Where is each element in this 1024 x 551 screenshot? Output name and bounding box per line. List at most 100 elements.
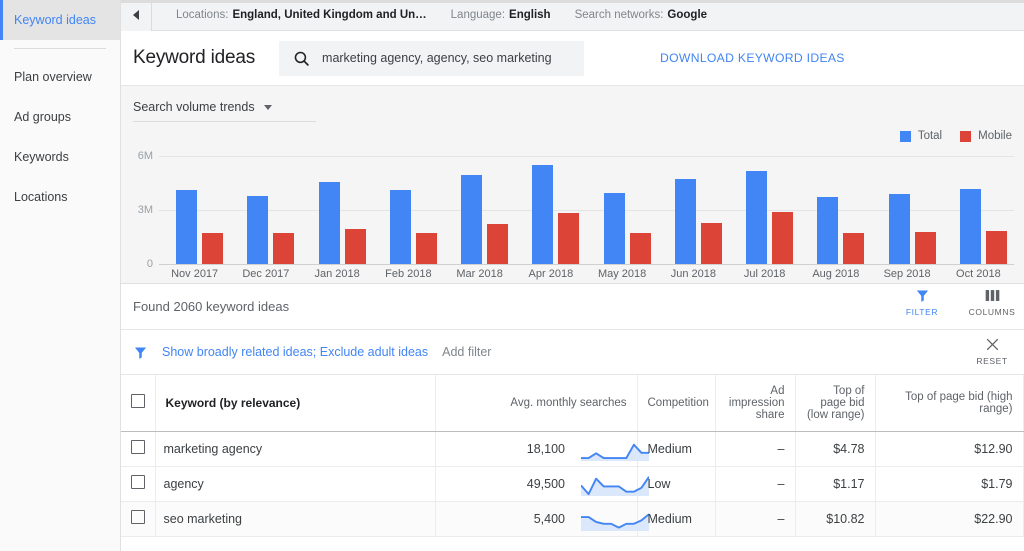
bar-mobile[interactable]: [985, 230, 1007, 264]
cell-competition: Medium: [637, 501, 716, 537]
select-all-cell[interactable]: [121, 375, 156, 432]
bar-total[interactable]: [532, 165, 554, 264]
cell-ad-impression-share: –: [715, 431, 796, 467]
table-row[interactable]: seo marketing 5,400 Medium – $10.82 $22.90: [121, 501, 1024, 537]
row-checkbox[interactable]: [131, 510, 145, 524]
sidebar-item-keywords[interactable]: Keywords: [0, 137, 120, 177]
row-select-cell[interactable]: [121, 501, 156, 537]
bar-total[interactable]: [746, 171, 767, 264]
bar-total[interactable]: [461, 174, 482, 264]
column-header-avg-monthly-searches[interactable]: Avg. monthly searches: [435, 375, 638, 432]
cell-competition: Low: [637, 466, 716, 502]
sidebar-item-locations[interactable]: Locations: [0, 177, 120, 217]
bar-mobile[interactable]: [415, 232, 437, 264]
table-row[interactable]: agency49,500Low–$1.17$1.79In Account: [121, 466, 1024, 502]
bar-mobile[interactable]: [273, 233, 295, 264]
column-header-top-bid-low[interactable]: Top of page bid (low range): [795, 375, 876, 432]
add-filter-button[interactable]: Add filter: [442, 345, 491, 359]
cell-avg-monthly-searches: 5,400: [435, 501, 565, 537]
setting-label: Language:: [450, 9, 506, 21]
chart-metric-selector[interactable]: Search volume trends: [133, 100, 316, 122]
sidebar-item-ad-groups[interactable]: Ad groups: [0, 97, 120, 137]
bar-mobile[interactable]: [843, 232, 865, 264]
search-input[interactable]: marketing agency, agency, seo marketing: [279, 40, 585, 76]
filter-button-label: FILTER: [905, 307, 939, 317]
collapse-panel-button[interactable]: [121, 0, 152, 31]
cell-top-bid-high: $12.90: [875, 431, 1024, 467]
sidebar-item-keyword-ideas[interactable]: Keyword ideas: [0, 0, 120, 40]
cell-sparkline: [565, 466, 649, 502]
plot-area: Nov 2017 Dec 2017 Jan 2018 Feb 2018 Mar 2018…: [159, 156, 1014, 280]
bar-mobile[interactable]: [344, 228, 366, 264]
bar-group[interactable]: Mar 2018: [444, 156, 515, 280]
columns-button-label: COLUMNS: [968, 307, 1016, 317]
bar-mobile[interactable]: [772, 211, 793, 264]
bar-group[interactable]: Oct 2018: [943, 156, 1014, 280]
bar-mobile[interactable]: [700, 222, 722, 264]
column-header-keyword[interactable]: Keyword (by relevance): [155, 375, 436, 432]
active-filter-chips[interactable]: Show broadly related ideas; Exclude adul…: [162, 345, 428, 359]
table-body: marketing agency 18,100 Medium – $4.78 $12.90…: [121, 431, 1024, 537]
column-header-ad-impression-share[interactable]: Ad impression share: [715, 375, 796, 432]
table-header-row: Keyword (by relevance) Avg. monthly sear…: [121, 375, 1024, 432]
setting-search-networks[interactable]: Search networks: Google: [575, 9, 707, 21]
columns-button[interactable]: COLUMNS: [968, 288, 1016, 317]
setting-language[interactable]: Language: English: [451, 9, 551, 21]
column-header-competition[interactable]: Competition: [637, 375, 716, 432]
bar-group[interactable]: Sep 2018: [872, 156, 943, 280]
setting-value: England, United Kingdom and Un…: [232, 9, 427, 21]
bar-total[interactable]: [817, 196, 839, 264]
y-axis-tick-label: 6M: [137, 150, 153, 162]
bar-group[interactable]: Dec 2017: [230, 156, 301, 280]
sidebar-item-label: Locations: [14, 190, 68, 204]
reset-button[interactable]: RESET: [970, 336, 1014, 366]
bar-group[interactable]: May 2018: [587, 156, 658, 280]
column-header-top-bid-high[interactable]: Top of page bid (high range): [875, 375, 1024, 432]
chart-legend: Total Mobile: [899, 130, 1012, 142]
row-select-cell[interactable]: [121, 466, 156, 502]
bar-group[interactable]: Jan 2018: [302, 156, 373, 280]
bar-group[interactable]: Jul 2018: [729, 156, 800, 280]
cell-keyword: marketing agency: [155, 431, 436, 467]
bar-total[interactable]: [389, 190, 411, 264]
funnel-icon[interactable]: [133, 345, 148, 360]
x-axis-tick-label: Jun 2018: [670, 268, 716, 280]
x-axis-tick-label: Nov 2017: [171, 268, 219, 280]
bar-total[interactable]: [176, 190, 197, 264]
bar-total[interactable]: [888, 193, 910, 264]
bar-total[interactable]: [959, 189, 981, 264]
row-checkbox[interactable]: [131, 475, 145, 489]
x-axis-line: [159, 264, 1014, 265]
bar-group[interactable]: Apr 2018: [515, 156, 586, 280]
bar-mobile[interactable]: [202, 233, 223, 264]
bar-total[interactable]: [247, 195, 269, 264]
download-keyword-ideas-button[interactable]: DOWNLOAD KEYWORD IDEAS: [660, 51, 845, 65]
bar-mobile[interactable]: [629, 232, 651, 264]
row-checkbox[interactable]: [131, 440, 145, 454]
sidebar-item-plan-overview[interactable]: Plan overview: [0, 57, 120, 97]
bar-total[interactable]: [603, 192, 625, 264]
table-row[interactable]: marketing agency 18,100 Medium – $4.78 $12.90: [121, 431, 1024, 467]
keyword-ideas-table-container: Keyword (by relevance) Avg. monthly sear…: [121, 375, 1024, 551]
search-input-value: marketing agency, agency, seo marketing: [322, 51, 552, 65]
cell-avg-monthly-searches: 49,500: [435, 466, 565, 502]
bar-group[interactable]: Feb 2018: [373, 156, 444, 280]
setting-value: English: [509, 9, 551, 21]
columns-icon: [985, 290, 999, 301]
active-filters-bar: Show broadly related ideas; Exclude adul…: [121, 330, 1024, 375]
cell-sparkline: [565, 431, 649, 467]
bar-mobile[interactable]: [487, 223, 508, 264]
bar-mobile[interactable]: [914, 231, 936, 264]
setting-locations[interactable]: Locations: England, United Kingdom and U…: [176, 9, 427, 21]
select-all-checkbox[interactable]: [131, 394, 145, 409]
filter-button[interactable]: FILTER: [900, 288, 944, 317]
bar-group[interactable]: Aug 2018: [800, 156, 871, 280]
cell-top-bid-low: $1.17: [795, 466, 876, 502]
row-select-cell[interactable]: [121, 431, 156, 467]
bar-mobile[interactable]: [558, 212, 580, 264]
bar-group[interactable]: Nov 2017: [159, 156, 230, 280]
bar-group[interactable]: Jun 2018: [658, 156, 729, 280]
chevron-down-icon: [263, 104, 272, 110]
bar-total[interactable]: [674, 179, 696, 264]
bar-total[interactable]: [318, 182, 340, 264]
